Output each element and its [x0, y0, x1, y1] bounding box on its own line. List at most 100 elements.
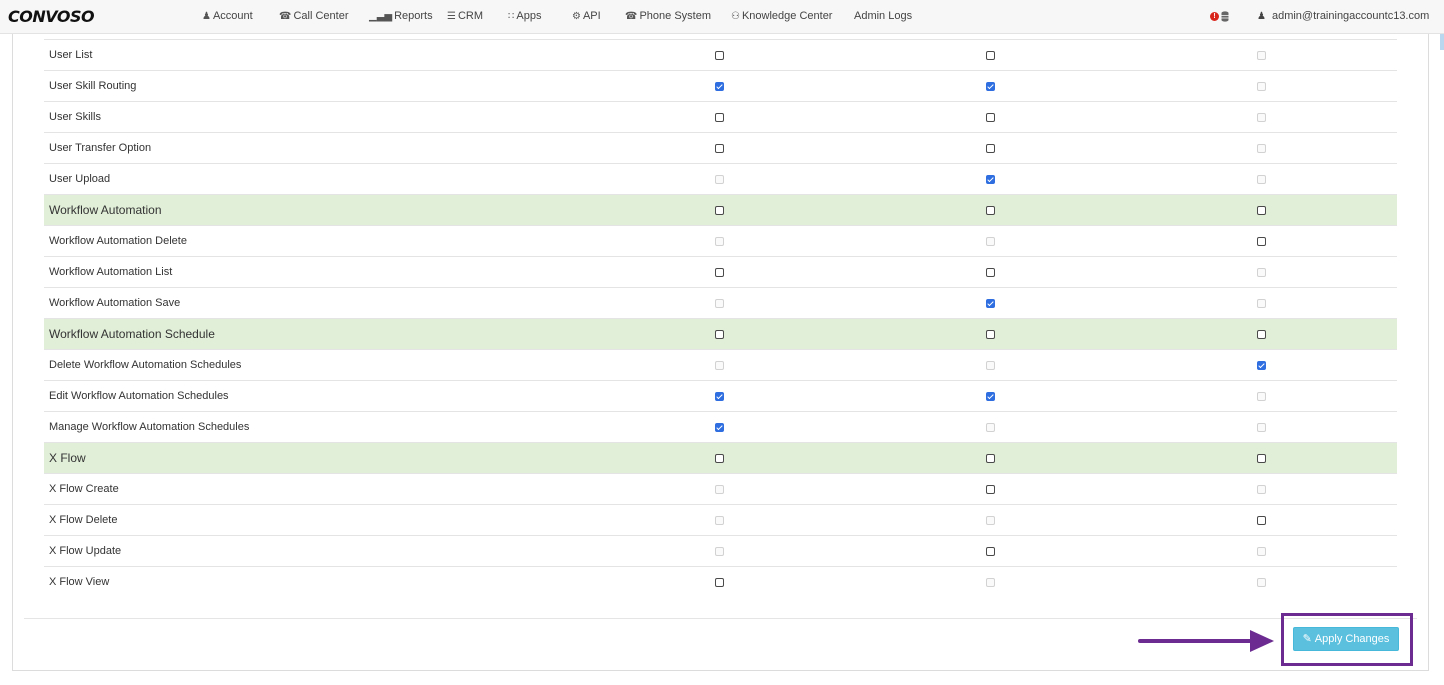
permission-checkbox: [1257, 391, 1266, 401]
nav-api[interactable]: ⚙ API: [572, 10, 601, 22]
user-icon: ♟: [1257, 11, 1266, 22]
permission-row: X Flow Delete: [44, 504, 1397, 536]
permission-row: Workflow Automation Delete: [44, 225, 1397, 257]
permission-checkbox[interactable]: [715, 454, 724, 464]
user-menu[interactable]: ♟ admin@trainingaccountc13.com: [1257, 10, 1429, 22]
nav-item-label: API: [582, 10, 601, 22]
permission-label: Workflow Automation: [44, 194, 584, 226]
database-icon[interactable]: [1221, 11, 1229, 22]
permission-checkbox[interactable]: [986, 81, 995, 91]
permission-checkbox[interactable]: [986, 391, 995, 401]
permission-cell: [855, 349, 1126, 381]
nav-phone-system[interactable]: ☎ Phone System: [625, 10, 711, 22]
permission-group-row: Workflow Automation Schedule: [44, 318, 1397, 350]
permission-checkbox: [1257, 143, 1266, 153]
permission-row: User Transfer Option: [44, 132, 1397, 164]
permission-cell: [584, 225, 855, 257]
permission-cell: [855, 101, 1126, 133]
permission-cell: [584, 256, 855, 288]
permission-checkbox[interactable]: [715, 50, 724, 60]
permission-cell: [584, 566, 855, 597]
permission-checkbox[interactable]: [1257, 206, 1266, 216]
permission-checkbox[interactable]: [986, 206, 995, 216]
nav-item-label: Knowledge Center: [741, 10, 833, 22]
convoso-logo[interactable]: CONVOSO: [8, 7, 95, 26]
permission-checkbox[interactable]: [715, 112, 724, 122]
permission-cell: [584, 535, 855, 567]
nav-admin-logs[interactable]: Admin Logs: [854, 10, 912, 22]
permission-label: User Skills: [44, 101, 584, 133]
permission-checkbox[interactable]: [986, 330, 995, 340]
permission-label: X Flow: [44, 442, 584, 474]
permission-checkbox[interactable]: [986, 454, 995, 464]
permission-label: X Flow Update: [44, 535, 584, 567]
permission-checkbox[interactable]: [986, 174, 995, 184]
permission-checkbox[interactable]: [1257, 236, 1266, 246]
nav-call-center[interactable]: ☎ Call Center: [279, 10, 349, 22]
nav-item-label: Phone System: [639, 10, 712, 22]
permission-cell: [584, 163, 855, 195]
permission-checkbox[interactable]: [715, 391, 724, 401]
permission-checkbox[interactable]: [715, 267, 724, 277]
permission-cell: [584, 473, 855, 505]
permission-checkbox[interactable]: [715, 81, 724, 91]
permission-checkbox: [1257, 298, 1266, 308]
permission-cell: [1126, 163, 1397, 195]
list-icon: ☰: [447, 11, 456, 22]
alert-icon[interactable]: !: [1210, 12, 1219, 21]
permission-label: Workflow Automation Delete: [44, 225, 584, 257]
permission-label: Edit Workflow Automation Schedules: [44, 380, 584, 412]
permission-label: User Upload: [44, 163, 584, 195]
permission-checkbox[interactable]: [986, 484, 995, 494]
permission-checkbox[interactable]: [1257, 330, 1266, 340]
permission-cell: [1126, 287, 1397, 319]
permission-checkbox[interactable]: [715, 422, 724, 432]
permission-checkbox[interactable]: [1257, 454, 1266, 464]
permission-cell: [584, 194, 855, 226]
permission-cell: [1126, 70, 1397, 102]
permission-checkbox: [1257, 577, 1266, 587]
permission-cell: [584, 287, 855, 319]
nav-item-label: Apps: [516, 10, 542, 22]
nav-knowledge-center[interactable]: ⚇ Knowledge Center: [731, 10, 832, 22]
permission-checkbox[interactable]: [986, 298, 995, 308]
permission-label: X Flow Create: [44, 473, 584, 505]
permission-label: User List: [44, 39, 584, 71]
permission-row: X Flow View: [44, 566, 1397, 597]
permission-label: Workflow Automation List: [44, 256, 584, 288]
apply-changes-button[interactable]: ✎ Apply Changes: [1293, 627, 1399, 651]
permission-checkbox[interactable]: [986, 267, 995, 277]
permission-checkbox: [1257, 546, 1266, 556]
permission-checkbox[interactable]: [1257, 360, 1266, 370]
nav-account[interactable]: ♟ Account: [202, 10, 253, 22]
permission-checkbox[interactable]: [986, 112, 995, 122]
phone-icon: ☎: [279, 11, 292, 22]
nav-item-label: Account: [212, 10, 253, 22]
permission-checkbox: [986, 422, 995, 432]
permission-checkbox[interactable]: [715, 143, 724, 153]
permission-label: Workflow Automation Save: [44, 287, 584, 319]
permission-checkbox: [1257, 112, 1266, 122]
permission-row: User Skills: [44, 101, 1397, 133]
permission-cell: [1126, 101, 1397, 133]
permission-cell: [1126, 504, 1397, 536]
permission-cell: [1126, 535, 1397, 567]
permission-label: X Flow Delete: [44, 504, 584, 536]
permission-group-row: Workflow Automation: [44, 194, 1397, 226]
permission-checkbox: [1257, 174, 1266, 184]
permission-checkbox[interactable]: [1257, 515, 1266, 525]
permission-checkbox[interactable]: [986, 546, 995, 556]
permission-checkbox[interactable]: [715, 577, 724, 587]
nav-reports[interactable]: ▁▃▅ Reports: [369, 10, 433, 22]
permission-checkbox[interactable]: [986, 143, 995, 153]
permission-row: Workflow Automation List: [44, 256, 1397, 288]
permission-label: Manage Workflow Automation Schedules: [44, 411, 584, 443]
permission-row: Edit Workflow Automation Schedules: [44, 380, 1397, 412]
permission-checkbox[interactable]: [715, 206, 724, 216]
permission-checkbox[interactable]: [715, 330, 724, 340]
permission-cell: [855, 70, 1126, 102]
permission-checkbox[interactable]: [986, 50, 995, 60]
nav-apps[interactable]: ∷ Apps: [508, 10, 541, 22]
footer-divider: [24, 618, 1417, 619]
nav-crm[interactable]: ☰ CRM: [447, 10, 483, 22]
